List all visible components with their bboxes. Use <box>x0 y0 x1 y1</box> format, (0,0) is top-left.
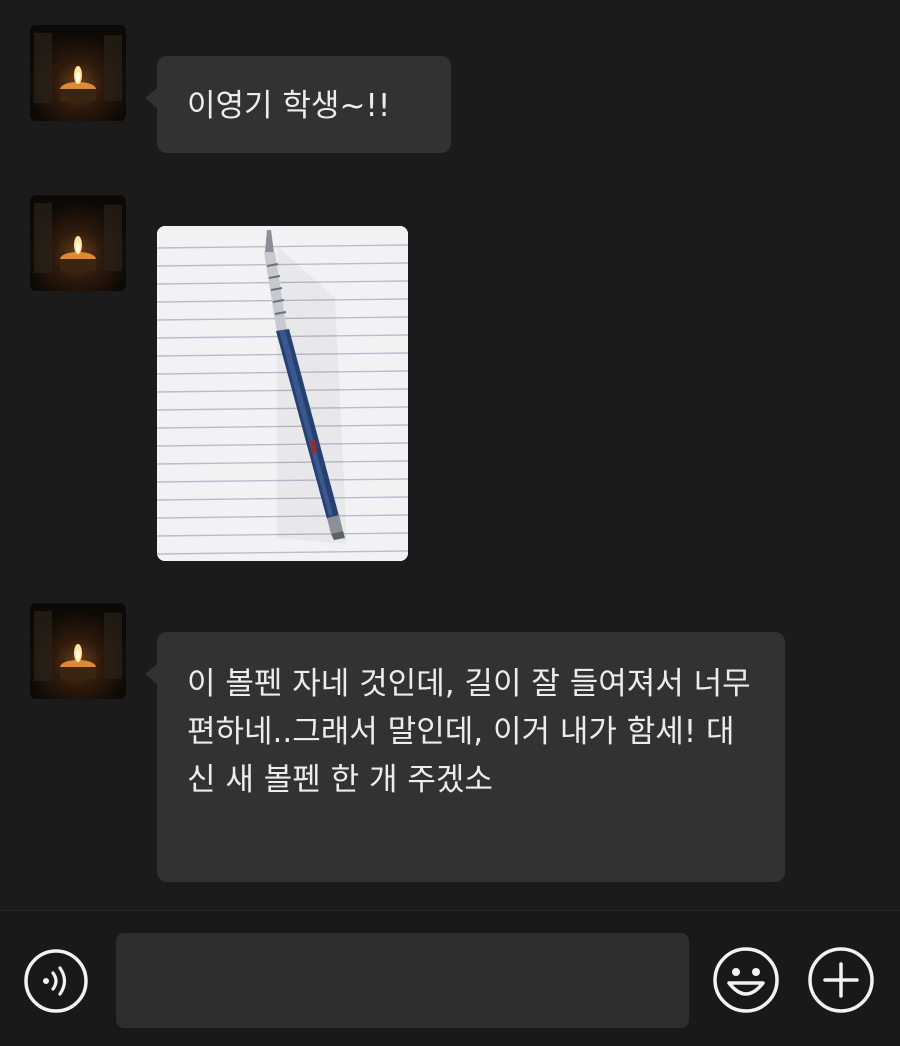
voice-message-button[interactable] <box>23 948 89 1014</box>
message-bubble[interactable]: 이영기 학생~!! <box>145 56 451 153</box>
candle-avatar-image <box>30 25 126 121</box>
message-text: 이 볼펜 자네 것인데, 길이 잘 들여져서 너무 편하네..그래서 말인데, … <box>187 666 751 798</box>
message-input[interactable] <box>116 933 689 1028</box>
message-bubble[interactable]: 이 볼펜 자네 것인데, 길이 잘 들여져서 너무 편하네..그래서 말인데, … <box>145 632 785 882</box>
sender-avatar[interactable] <box>30 603 126 699</box>
chat-message-list[interactable]: 이영기 학생~!! 이 볼펜 자네 것인데, 길이 잘 들여져서 너무 편하네.… <box>0 0 900 910</box>
candle-avatar-image <box>30 195 126 291</box>
candle-avatar-image <box>30 603 126 699</box>
voice-message-icon <box>24 949 88 1013</box>
photo-message[interactable] <box>157 226 408 561</box>
smiley-face-icon <box>713 947 779 1013</box>
message-text: 이영기 학생~!! <box>187 88 391 124</box>
plus-icon <box>808 947 874 1013</box>
sender-avatar[interactable] <box>30 195 126 291</box>
sender-avatar[interactable] <box>30 25 126 121</box>
emoji-button[interactable] <box>711 945 781 1015</box>
pen-photo-image <box>157 226 408 561</box>
more-options-button[interactable] <box>806 945 876 1015</box>
